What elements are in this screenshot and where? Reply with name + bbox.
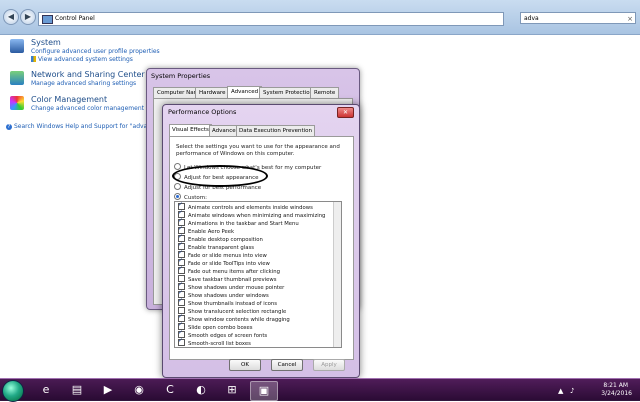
link-configure-profile[interactable]: Configure advanced user profile properti… bbox=[31, 48, 160, 55]
result-title-color[interactable]: Color Management bbox=[31, 95, 107, 104]
list-item[interactable]: Slide open combo boxes bbox=[178, 321, 253, 331]
link-advanced-sharing[interactable]: Manage advanced sharing settings bbox=[31, 80, 136, 87]
control-panel-icon[interactable]: ▣ bbox=[250, 381, 278, 401]
browser-icon[interactable]: C bbox=[157, 381, 183, 399]
tab-remote[interactable]: Remote bbox=[310, 87, 340, 98]
tab-system-protection[interactable]: System Protection bbox=[259, 87, 318, 98]
list-item[interactable]: Show shadows under mouse pointer bbox=[178, 281, 284, 291]
tab-hardware[interactable]: Hardware bbox=[195, 87, 230, 98]
cancel-button[interactable]: Cancel bbox=[271, 359, 303, 371]
radio-button[interactable] bbox=[174, 183, 181, 190]
checkbox[interactable] bbox=[178, 297, 185, 306]
checkbox[interactable] bbox=[178, 265, 185, 274]
control-panel-icon bbox=[42, 15, 53, 24]
show-hidden-icons-icon[interactable]: ▲ bbox=[558, 387, 563, 395]
color-icon bbox=[10, 96, 24, 110]
list-item[interactable]: Show translucent selection rectangle bbox=[178, 307, 286, 315]
ok-button[interactable]: OK bbox=[229, 359, 261, 371]
performance-options-dialog: Performance Options ✕ Visual Effects Adv… bbox=[162, 104, 360, 378]
shield-icon bbox=[31, 56, 36, 62]
clear-search-icon[interactable]: × bbox=[627, 13, 633, 25]
address-field[interactable]: Control Panel bbox=[38, 12, 504, 26]
internet-explorer-icon[interactable]: e bbox=[33, 381, 59, 399]
radio-custom[interactable]: Custom: bbox=[174, 193, 207, 201]
app-icon[interactable]: ◐ bbox=[188, 381, 214, 399]
apply-button[interactable]: Apply bbox=[313, 359, 345, 371]
list-item[interactable]: Animate windows when minimizing and maxi… bbox=[178, 209, 325, 219]
address-bar: ◀ ▶ Control Panel adva × bbox=[0, 0, 640, 35]
list-item[interactable]: Show shadows under windows bbox=[178, 289, 269, 299]
tab-data-execution-prevention[interactable]: Data Execution Prevention bbox=[236, 125, 316, 136]
checkbox[interactable] bbox=[178, 337, 185, 346]
search-input[interactable]: adva × bbox=[520, 12, 636, 24]
list-item[interactable]: Smooth edges of screen fonts bbox=[178, 329, 267, 339]
list-item[interactable]: Show window contents while dragging bbox=[178, 313, 290, 323]
list-item[interactable]: Fade or slide menus into view bbox=[178, 249, 267, 259]
clock-time[interactable]: 8:21 AM bbox=[603, 382, 628, 389]
list-item[interactable]: Enable desktop composition bbox=[178, 233, 263, 243]
file-explorer-icon[interactable]: ▤ bbox=[64, 381, 90, 399]
list-item[interactable]: Show thumbnails instead of icons bbox=[178, 297, 277, 307]
clock-date[interactable]: 3/24/2016 bbox=[601, 390, 632, 397]
address-path: Control Panel bbox=[55, 15, 95, 22]
dialog-title: Performance Options bbox=[168, 108, 237, 116]
link-advanced-system-settings[interactable]: View advanced system settings bbox=[31, 56, 133, 63]
list-scrollbar[interactable] bbox=[333, 202, 341, 347]
search-value: adva bbox=[524, 15, 539, 22]
result-title-system[interactable]: System bbox=[31, 38, 61, 47]
system-tray: ▲ ♪ 8:21 AM 3/24/2016 bbox=[556, 382, 640, 399]
volume-icon[interactable]: ♪ bbox=[570, 387, 574, 395]
link-color-management[interactable]: Change advanced color management setti bbox=[31, 105, 159, 112]
chrome-icon[interactable]: ◉ bbox=[126, 381, 152, 399]
radio-button[interactable] bbox=[174, 193, 181, 200]
list-item[interactable]: Enable transparent glass bbox=[178, 241, 254, 251]
computer-icon bbox=[10, 39, 24, 53]
list-item[interactable]: Enable Aero Peek bbox=[178, 225, 234, 235]
start-button[interactable] bbox=[2, 380, 24, 402]
visual-effects-list: Animate controls and elements inside win… bbox=[174, 201, 342, 348]
list-item[interactable]: Fade out menu items after clicking bbox=[178, 265, 280, 275]
list-item[interactable]: Smooth-scroll list boxes bbox=[178, 337, 251, 347]
back-button[interactable]: ◀ bbox=[3, 9, 19, 25]
forward-button[interactable]: ▶ bbox=[20, 9, 36, 25]
network-icon bbox=[10, 71, 24, 85]
list-item[interactable]: Fade or slide ToolTips into view bbox=[178, 257, 270, 267]
network-icon[interactable]: ⊞ bbox=[219, 381, 245, 399]
list-item[interactable]: Save taskbar thumbnail previews bbox=[178, 275, 277, 283]
close-button[interactable]: ✕ bbox=[337, 107, 354, 118]
help-search-link[interactable]: ? Search Windows Help and Support for "ad… bbox=[6, 123, 150, 130]
intro-text: Select the settings you want to use for … bbox=[176, 144, 340, 157]
list-item[interactable]: Animations in the taskbar and Start Menu bbox=[178, 217, 299, 227]
result-title-network[interactable]: Network and Sharing Center bbox=[31, 70, 145, 79]
tab-advanced[interactable]: Advanced bbox=[227, 86, 263, 98]
help-icon: ? bbox=[6, 124, 12, 130]
media-player-icon[interactable]: ▶ bbox=[95, 381, 121, 399]
tab-visual-effects[interactable]: Visual Effects bbox=[169, 124, 212, 136]
taskbar: e ▤ ▶ ◉ C ◐ ⊞ ▣ ▲ ♪ 8:21 AM 3/24/2016 bbox=[0, 378, 640, 402]
dialog-title: System Properties bbox=[151, 72, 211, 80]
highlight-annotation bbox=[172, 165, 268, 187]
list-item[interactable]: Animate controls and elements inside win… bbox=[178, 202, 313, 211]
